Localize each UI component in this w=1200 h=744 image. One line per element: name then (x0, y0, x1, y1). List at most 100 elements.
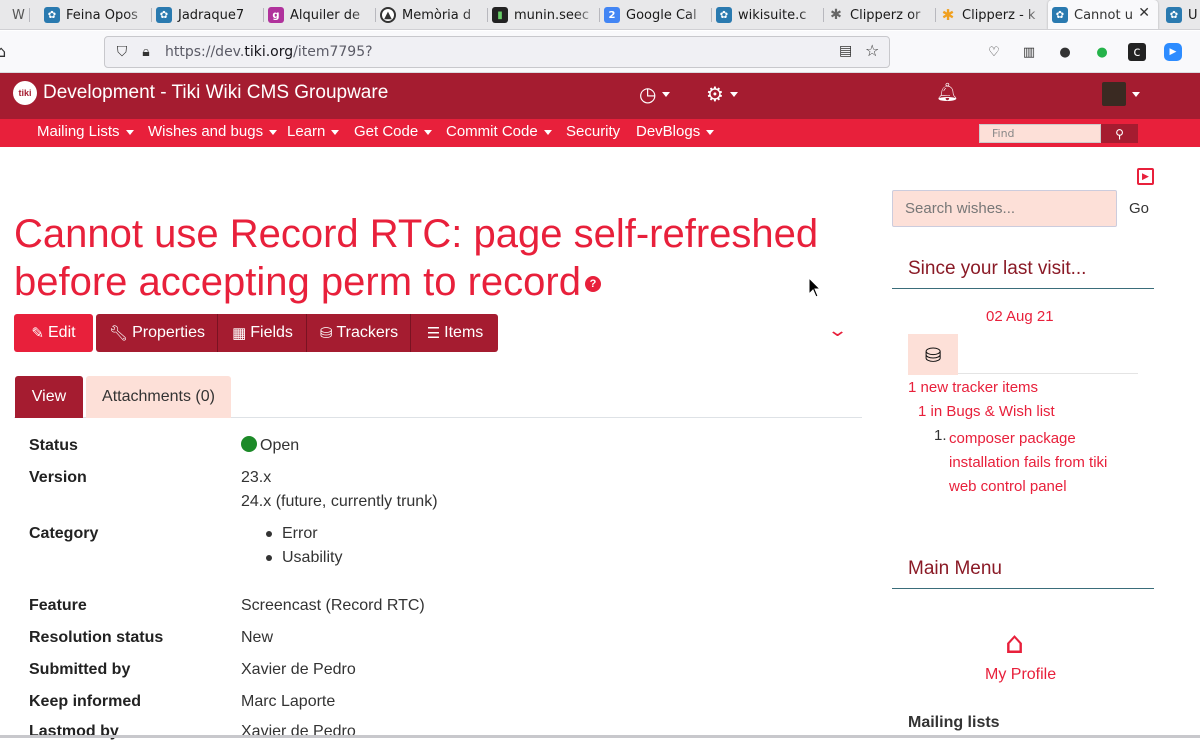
status-dot-icon (241, 436, 257, 452)
button-label: Fields (250, 324, 293, 341)
browser-tab[interactable]: ✿ Jadraque7 (152, 0, 264, 29)
site-header: tiki Development - Tiki Wiki CMS Groupwa… (0, 73, 1200, 119)
tab-attachments[interactable]: Attachments (0) (86, 376, 231, 418)
category-value: Usability (282, 549, 343, 566)
search-wishes-input[interactable]: Search wishes... (892, 190, 1117, 227)
nav-security[interactable]: Security (566, 123, 620, 140)
browser-tab[interactable]: g Alquiler de (264, 0, 376, 29)
tiki-icon: ✿ (156, 7, 172, 23)
fields-button[interactable]: ▦ Fields (219, 314, 307, 352)
link-line: web control panel (949, 478, 1067, 495)
zoom-icon[interactable]: ▶ (1164, 43, 1182, 61)
go-button[interactable]: Go (1129, 200, 1149, 217)
nav-devblogs[interactable]: DevBlogs (636, 123, 715, 140)
url-field[interactable]: ⛉ 🔒︎ https://dev.tiki.org/item7795? ▤ ☆ (104, 36, 890, 68)
page-title: Cannot use Record RTC: page self-refresh… (14, 210, 844, 306)
since-date: 02 Aug 21 (986, 308, 1054, 325)
reader-view-icon[interactable]: ▤ (839, 43, 852, 59)
tab-title: Jadraque7 (178, 7, 245, 23)
notifications-bell-icon[interactable]: 🔔︎ (936, 82, 959, 103)
find-search-icon[interactable]: ⚲ (1101, 124, 1138, 143)
browser-tab[interactable]: ✱ Clipperz - k (936, 0, 1048, 29)
pocket-icon[interactable]: ♡ (985, 43, 1003, 61)
version-value: 24.x (future, currently trunk) (241, 493, 438, 510)
close-icon[interactable]: ✕ (1138, 5, 1150, 21)
nav-wishes-and-bugs[interactable]: Wishes and bugs (148, 123, 278, 140)
browser-tab[interactable]: ▲ Memòria d (376, 0, 488, 29)
field-label: Resolution status (29, 629, 164, 646)
mailing-lists-menu-item[interactable]: Mailing lists (908, 714, 1000, 732)
tab-title: U (1188, 7, 1198, 23)
tiki-logo-icon: tiki (13, 81, 37, 105)
list-icon: ☰ (426, 325, 441, 342)
button-label: Edit (48, 324, 76, 341)
tiki-icon: ✿ (1166, 7, 1182, 23)
whatsapp-icon[interactable]: ● (1093, 43, 1111, 61)
extension-icon[interactable]: ● (1056, 43, 1074, 61)
admin-menu[interactable]: ⚙ (706, 82, 738, 106)
browser-tab-active[interactable]: ✿ Cannot u ✕ (1048, 0, 1158, 29)
edit-icon: ✎ (31, 325, 44, 342)
link-line: installation fails from tiki (949, 454, 1108, 471)
resolution-value: New (241, 629, 274, 646)
browser-tab[interactable]: ▮ munin.seec (488, 0, 600, 29)
field-label: Submitted by (29, 661, 131, 678)
bugs-wish-list-link[interactable]: 1 in Bugs & Wish list (918, 403, 1055, 420)
trackers-button[interactable]: ⛁ Trackers (308, 314, 411, 352)
nav-label: Get Code (354, 123, 419, 140)
nav-learn[interactable]: Learn (287, 123, 340, 140)
calendar-icon: 2 (604, 7, 620, 23)
chevron-down-icon[interactable]: ⌄ (827, 320, 848, 341)
new-tracker-items-link[interactable]: 1 new tracker items (908, 379, 1038, 396)
edit-button[interactable]: ✎ Edit (14, 314, 93, 352)
link-line: composer package (949, 430, 1076, 447)
since-last-visit-heading: Since your last visit... (892, 258, 1154, 289)
category-list: Error Usability (266, 522, 342, 570)
g-icon: g (268, 7, 284, 23)
nav-commit-code[interactable]: Commit Code (446, 123, 552, 140)
nav-mailing-lists[interactable]: Mailing Lists (37, 123, 134, 140)
category-value: Error (282, 525, 318, 542)
title-line: before accepting perm to record (14, 260, 581, 304)
user-menu[interactable] (1102, 82, 1140, 106)
url-path: /item7795? (293, 44, 373, 60)
lock-icon: 🔒︎ (142, 44, 150, 60)
bookmark-star-icon[interactable]: ☆ (865, 41, 879, 60)
home-profile-icon[interactable]: ⌂ (1005, 628, 1024, 660)
wrench-icon: 🔧︎ (109, 325, 129, 342)
sidebar-icon[interactable]: ▥ (1020, 43, 1038, 61)
browser-tab[interactable]: W (0, 0, 30, 29)
browser-tab[interactable]: ✱ Clipperz or (824, 0, 936, 29)
my-profile-link[interactable]: My Profile (985, 666, 1056, 684)
table-icon: ▦ (232, 325, 247, 342)
nav-get-code[interactable]: Get Code (354, 123, 433, 140)
site-brand[interactable]: tiki Development - Tiki Wiki CMS Groupwa… (13, 81, 388, 105)
items-button[interactable]: ☰ Items (412, 314, 498, 352)
star-icon: ✱ (941, 6, 955, 24)
site-title: Development - Tiki Wiki CMS Groupware (43, 82, 389, 103)
button-label: Items (444, 324, 484, 341)
browser-tab[interactable]: ✿ wikisuite.c (712, 0, 824, 29)
tracker-item-link[interactable]: composer package installation fails from… (949, 427, 1107, 499)
clock-icon: ◷ (639, 82, 657, 106)
browser-tab[interactable]: ✿ U (1162, 0, 1200, 29)
list-number: 1. (934, 427, 947, 444)
browser-tab[interactable]: ✿ Feina Opos (40, 0, 152, 29)
help-icon[interactable]: ? (584, 276, 601, 293)
nav-label: Commit Code (446, 123, 538, 140)
recent-changes-menu[interactable]: ◷ (639, 82, 671, 106)
home-icon[interactable]: ⌂ (0, 42, 6, 61)
avatar (1102, 82, 1126, 106)
database-icon[interactable]: ⛁ (908, 334, 958, 375)
tab-title: W (12, 7, 25, 23)
tiki-icon: ✿ (44, 7, 60, 23)
toggle-modules-icon[interactable]: ▶ (1137, 168, 1154, 185)
field-label: Category (29, 525, 99, 542)
find-input[interactable]: Find (979, 124, 1101, 143)
browser-tab-strip: W ✿ Feina Opos ✿ Jadraque7 g Alquiler de ▲ M… (0, 0, 1200, 30)
clipperz-icon[interactable]: c (1128, 43, 1146, 61)
properties-button[interactable]: 🔧︎ Properties (97, 314, 218, 352)
submitted-value: Xavier de Pedro (241, 661, 356, 678)
browser-tab[interactable]: 2 Google Cal (600, 0, 712, 29)
tab-view[interactable]: View (15, 376, 83, 418)
